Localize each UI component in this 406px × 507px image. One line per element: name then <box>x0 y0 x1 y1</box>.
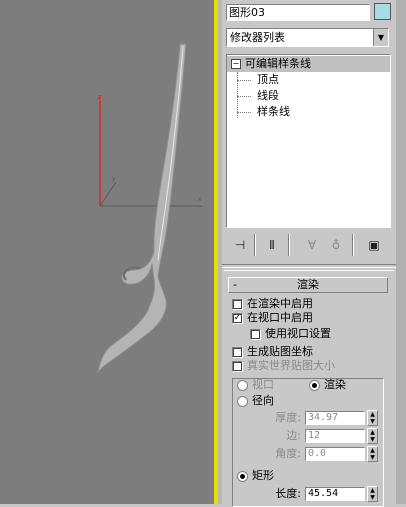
viewport-canvas: z x y <box>97 43 202 374</box>
checkbox-box <box>250 328 261 340</box>
sides-spinner[interactable]: ▲ ▼ <box>367 428 378 444</box>
enable-in-renderer-checkbox[interactable]: 在渲染中启用 <box>232 297 313 311</box>
object-name-field[interactable]: 图形03 <box>226 4 370 21</box>
chevron-down-icon[interactable]: ▼ <box>373 29 388 46</box>
radio-circle <box>237 379 248 391</box>
length-label: 长度: <box>275 487 301 500</box>
radio-circle-selected <box>237 470 248 482</box>
checkbox-label: 真实世界贴图大小 <box>247 359 335 372</box>
real-world-map-size-checkbox[interactable]: 真实世界贴图大小 <box>232 359 335 373</box>
axis-z-label: z <box>98 93 102 101</box>
radio-label: 视口 <box>252 378 274 391</box>
use-viewport-settings-checkbox[interactable]: 使用视口设置 <box>250 327 331 341</box>
toolbar-divider <box>288 234 290 256</box>
checkbox-label: 在视口中启用 <box>247 311 313 324</box>
checkbox-label: 生成贴图坐标 <box>247 345 313 358</box>
modifier-list-dropdown[interactable]: 修改器列表 ▼ <box>226 28 389 47</box>
stack-subitem-segment[interactable]: 线段 <box>257 88 279 104</box>
axis-y-line <box>99 181 117 207</box>
checkbox-label: 使用视口设置 <box>265 327 331 340</box>
enable-in-viewport-checkbox[interactable]: ✓ 在视口中启用 <box>232 311 313 325</box>
modifier-list-label: 修改器列表 <box>230 31 285 44</box>
toolbar-divider <box>352 234 354 256</box>
remove-modifier-icon[interactable]: ♁ <box>328 237 344 253</box>
thickness-spinner[interactable]: ▲ ▼ <box>367 410 378 426</box>
show-end-result-icon[interactable]: Ⅱ <box>264 237 280 253</box>
command-panel: 图形03 修改器列表 ▼ − 可编辑样条线 顶点 线段 样条线 ⊣ Ⅱ ∀ ♁ ▣… <box>222 0 406 507</box>
configure-modifier-sets-icon[interactable]: ▣ <box>366 237 382 253</box>
sides-field[interactable]: 12 <box>305 429 365 443</box>
viewport-perspective[interactable]: z x y <box>0 0 214 504</box>
collapse-icon: - <box>233 278 237 291</box>
modifier-stack[interactable]: − 可编辑样条线 顶点 线段 样条线 <box>226 54 391 228</box>
check-icon: ✓ <box>232 312 243 324</box>
radial-radio[interactable]: 径向 <box>237 394 274 408</box>
viewport-mode-radio[interactable]: 视口 <box>237 378 274 392</box>
tree-tick <box>237 80 251 81</box>
radio-label: 矩形 <box>252 469 274 482</box>
angle-label: 角度: <box>275 447 301 460</box>
stack-toolbar: ⊣ Ⅱ ∀ ♁ ▣ <box>226 234 390 256</box>
render-mode-radio[interactable]: 渲染 <box>309 378 346 392</box>
rectangular-radio[interactable]: 矩形 <box>237 469 274 483</box>
stack-subitem-spline[interactable]: 样条线 <box>257 104 290 120</box>
radio-circle-selected <box>309 379 320 391</box>
spline-shape[interactable] <box>97 43 187 374</box>
rollout-header-rendering[interactable]: - 渲染 <box>228 277 388 293</box>
radio-label: 径向 <box>252 394 274 407</box>
generate-mapping-coords-checkbox[interactable]: 生成贴图坐标 <box>232 345 313 359</box>
checkbox-box <box>232 298 243 310</box>
stack-item-editable-spline[interactable]: − 可编辑样条线 <box>227 56 390 72</box>
radio-label: 渲染 <box>324 378 346 391</box>
rollout-title: 渲染 <box>297 278 319 291</box>
stack-item-label: 可编辑样条线 <box>245 57 311 70</box>
object-color-swatch[interactable] <box>374 3 391 20</box>
angle-field[interactable]: 0.0 <box>305 447 365 461</box>
panel-scrollbar[interactable] <box>396 0 406 504</box>
length-field[interactable]: 45.54 <box>305 487 365 501</box>
thickness-label: 厚度: <box>275 411 301 424</box>
render-mode-group: 视口 渲染 径向 厚度: 34.97 ▲ ▼ 边: 12 ▲ ▼ 角度: 0.0 ▲… <box>232 378 384 507</box>
pin-stack-icon[interactable]: ⊣ <box>232 237 248 253</box>
toolbar-divider <box>254 234 256 256</box>
sides-label: 边: <box>286 429 301 442</box>
checkbox-label: 在渲染中启用 <box>247 297 313 310</box>
tree-collapse-icon[interactable]: − <box>231 59 241 69</box>
stack-subitem-vertex[interactable]: 顶点 <box>257 72 279 88</box>
axis-y-label: y <box>112 175 116 182</box>
thickness-field[interactable]: 34.97 <box>305 411 365 425</box>
rollout-separator <box>222 264 406 268</box>
tree-tick <box>237 96 251 97</box>
checkbox-box <box>232 346 243 358</box>
make-unique-icon[interactable]: ∀ <box>304 237 320 253</box>
spline-body-path <box>97 43 187 374</box>
checkbox-box <box>232 360 243 372</box>
radio-circle <box>237 395 248 407</box>
axis-x-label: x <box>198 196 202 203</box>
rendering-rollout: - 渲染 在渲染中启用 ✓ 在视口中启用 使用视口设置 生成贴图坐标 真实世界贴图… <box>224 270 394 507</box>
angle-spinner[interactable]: ▲ ▼ <box>367 446 378 462</box>
tree-tick <box>237 112 251 113</box>
length-spinner[interactable]: ▲ ▼ <box>367 486 378 502</box>
